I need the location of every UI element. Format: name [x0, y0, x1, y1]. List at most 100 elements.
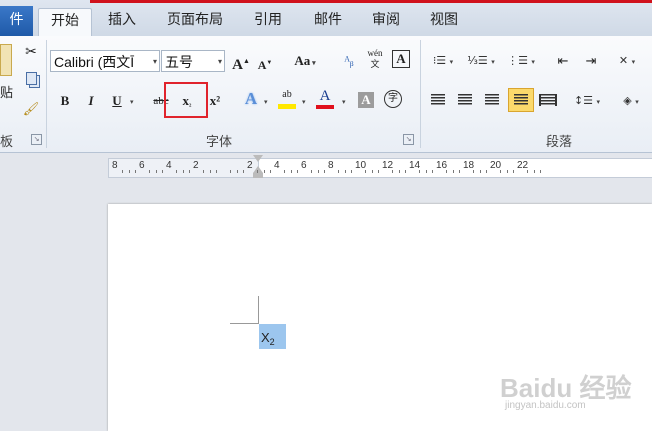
selected-text-main: X — [261, 330, 270, 345]
chevron-down-icon[interactable]: ▾ — [342, 98, 346, 106]
ruler-minor-tick — [297, 170, 299, 173]
ruler-minor-tick — [479, 170, 481, 173]
bold-button[interactable]: B — [54, 90, 76, 112]
tab-page-layout[interactable]: 页面布局 — [160, 8, 230, 36]
ruler-minor-tick — [405, 170, 407, 173]
ruler-minor-tick — [513, 170, 515, 173]
paste-label[interactable]: 贴 — [0, 82, 13, 101]
highlight-glyph: ab — [282, 89, 292, 100]
clipboard-group-label: 板 — [0, 135, 14, 150]
clipboard-launcher-icon[interactable]: ↘ — [31, 134, 42, 145]
font-family-combo[interactable]: Calibri (西文Ī ▾ — [50, 50, 160, 72]
font-color-button[interactable]: A — [314, 88, 336, 110]
ruler-minor-tick — [317, 170, 319, 173]
cut-icon[interactable]: ✂ — [20, 42, 42, 64]
char-shading-button[interactable]: A — [358, 92, 374, 108]
decrease-indent-icon[interactable]: ⇤ — [552, 50, 574, 72]
ruler-minor-tick — [236, 170, 238, 173]
ruler-minor-tick — [499, 170, 501, 173]
align-left-icon[interactable] — [428, 90, 448, 110]
margin-crop-mark — [230, 323, 258, 324]
ruler-minor-tick — [175, 170, 177, 173]
ruler-minor-tick — [216, 170, 218, 173]
tab-review[interactable]: 审阅 — [364, 8, 408, 36]
ruler-minor-tick — [459, 170, 461, 173]
selected-text[interactable]: X2 — [261, 330, 275, 347]
align-center-icon[interactable] — [455, 90, 475, 110]
baidu-watermark-url: jingyan.baidu.com — [505, 400, 586, 411]
ruler-minor-tick — [398, 170, 400, 173]
enclose-char-button[interactable]: 字 — [384, 90, 402, 108]
chevron-down-icon[interactable]: ▾ — [264, 98, 268, 106]
ruler-minor-tick — [506, 170, 508, 173]
chevron-down-icon[interactable]: ▾ — [153, 51, 157, 73]
ruler-minor-tick — [533, 170, 535, 173]
ruler-minor-tick — [283, 170, 285, 173]
font-size-combo[interactable]: 五号 ▾ — [161, 50, 225, 72]
horizontal-ruler[interactable] — [258, 158, 652, 178]
change-case-button[interactable]: Aa ▾ — [290, 50, 320, 72]
ruler-minor-tick — [344, 170, 346, 173]
ruler-minor-tick — [324, 170, 326, 173]
text-effects-icon[interactable]: A — [240, 88, 262, 110]
clear-format-icon[interactable]: ᴬᵦ — [338, 50, 360, 72]
paste-icon[interactable] — [0, 44, 12, 76]
ruler-minor-tick — [364, 170, 366, 173]
ruler-minor-tick — [371, 170, 373, 173]
ruler-minor-tick — [310, 170, 312, 173]
ruler-minor-tick — [155, 170, 157, 173]
shading-button[interactable]: ◈ ▾ — [614, 90, 648, 112]
bullets-button[interactable]: ⁝☰ ▾ — [426, 50, 460, 72]
highlight-color-button[interactable]: ab — [276, 88, 298, 110]
ruler-margin — [108, 158, 260, 178]
ruler-minor-tick — [263, 170, 265, 173]
chinese-layout-button[interactable]: ✕ ▾ — [610, 50, 644, 72]
ruler-tick-label: 8 — [328, 160, 334, 171]
format-painter-icon[interactable]: 🖌 — [20, 98, 42, 120]
ruler-minor-tick — [128, 170, 130, 173]
justify-icon[interactable] — [508, 88, 534, 112]
paragraph-group-label: 段落 — [546, 135, 573, 150]
tab-mailings[interactable]: 邮件 — [306, 8, 350, 36]
ruler-minor-tick — [135, 170, 137, 173]
distributed-align-icon[interactable] — [538, 90, 558, 110]
copy-icon[interactable] — [20, 70, 42, 92]
tab-file[interactable]: 件 — [0, 6, 33, 36]
chevron-down-icon[interactable]: ▾ — [302, 98, 306, 106]
ruler-tick-label: 2 — [193, 160, 199, 171]
chevron-down-icon[interactable]: ▾ — [218, 51, 222, 73]
italic-button[interactable]: I — [80, 90, 102, 112]
ruler-minor-tick — [229, 170, 231, 173]
phonetic-guide-button[interactable]: wén 文 — [364, 48, 386, 70]
underline-button[interactable]: U — [106, 90, 128, 112]
grow-font-glyph: A — [232, 57, 243, 73]
tab-view[interactable]: 视图 — [422, 8, 466, 36]
selected-text-sub: 2 — [269, 337, 275, 347]
ruler-minor-tick — [418, 170, 420, 173]
ruler-minor-tick — [148, 170, 150, 173]
grow-font-button[interactable]: A▲ — [230, 50, 252, 73]
ruler-minor-tick — [445, 170, 447, 173]
line-spacing-button[interactable]: ↕☰ ▾ — [570, 90, 604, 112]
indent-marker-icon[interactable] — [253, 155, 263, 179]
tab-insert[interactable]: 插入 — [100, 8, 144, 36]
ruler-tick-label: 8 — [112, 160, 118, 171]
char-border-button[interactable]: A — [392, 50, 410, 68]
ruler-minor-tick — [486, 170, 488, 173]
increase-indent-icon[interactable]: ⇥ — [580, 50, 602, 72]
numbering-button[interactable]: ⅓☰ ▾ — [464, 50, 498, 72]
tab-home[interactable]: 开始 — [38, 8, 92, 37]
chevron-down-icon[interactable]: ▾ — [130, 98, 134, 106]
multilevel-list-button[interactable]: ⋮☰ ▾ — [504, 50, 538, 72]
tab-references[interactable]: 引用 — [246, 8, 290, 36]
font-launcher-icon[interactable]: ↘ — [403, 134, 414, 145]
shrink-font-button[interactable]: A▼ — [254, 52, 276, 74]
ruler-minor-tick — [337, 170, 339, 173]
ruler-tick-label: 2 — [247, 160, 253, 171]
highlight-annotation-box — [164, 82, 208, 118]
ruler-minor-tick — [425, 170, 427, 173]
font-family-value: Calibri (西文Ī — [54, 54, 135, 70]
align-right-icon[interactable] — [482, 90, 502, 110]
ruler-minor-tick — [243, 170, 245, 173]
ruler-minor-tick — [189, 170, 191, 173]
